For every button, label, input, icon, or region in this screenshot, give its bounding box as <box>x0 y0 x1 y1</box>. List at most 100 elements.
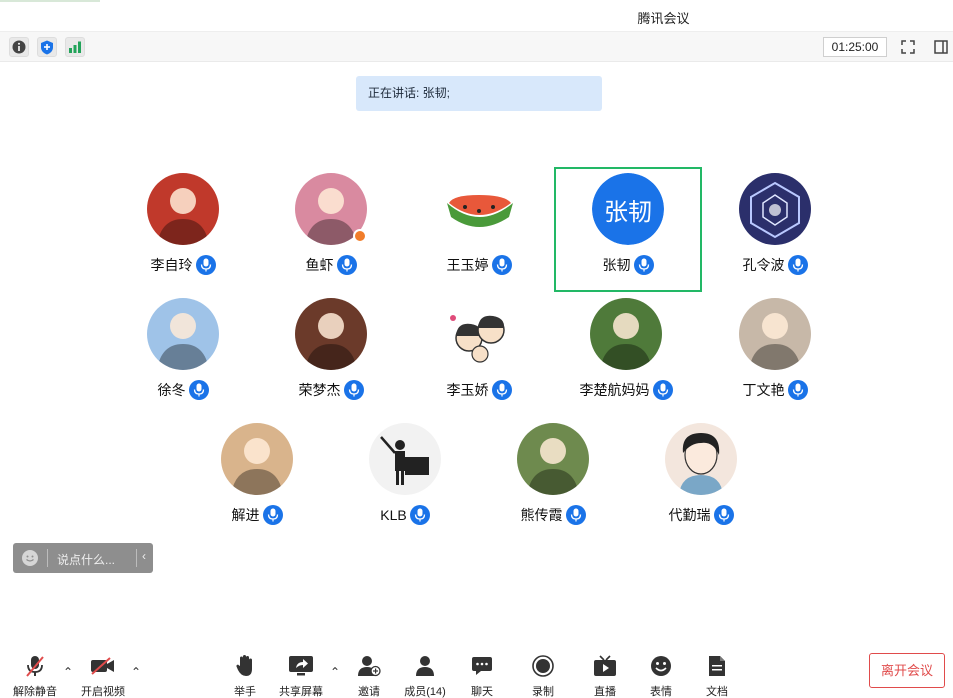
chevron-left-icon[interactable]: ‹ <box>142 549 146 563</box>
participant-tile[interactable]: 代勤瑞 <box>631 417 771 537</box>
live-label: 直播 <box>594 686 616 698</box>
avatar <box>443 298 515 370</box>
avatar <box>443 173 515 245</box>
chat-label: 聊天 <box>471 686 493 698</box>
chevron-up-icon[interactable]: ⌃ <box>63 665 73 679</box>
raise-hand-label: 举手 <box>234 686 256 698</box>
host-badge-icon <box>353 229 367 243</box>
chevron-up-icon[interactable]: ⌃ <box>330 665 340 679</box>
chevron-up-icon[interactable]: ⌃ <box>131 665 141 679</box>
signal-icon[interactable] <box>65 37 85 57</box>
participant-name: 鱼虾 <box>305 257 334 273</box>
participant-name-row: 李楚航妈妈 <box>556 380 696 400</box>
record-icon <box>526 653 560 679</box>
document-icon <box>700 653 734 679</box>
participant-name-row: KLB <box>335 505 475 525</box>
user-icon <box>400 653 450 679</box>
participant-tile[interactable]: 孔令波 <box>705 167 845 287</box>
participant-name-row: 鱼虾 <box>261 255 401 275</box>
participant-tile[interactable]: 熊传霞 <box>483 417 623 537</box>
avatar <box>739 173 811 245</box>
participant-name-row: 解进 <box>187 505 327 525</box>
info-bar: 01:25:00 <box>0 32 953 62</box>
microphone-icon <box>188 380 209 400</box>
participant-tile[interactable]: 徐冬 <box>113 292 253 412</box>
participant-tile[interactable]: 张韧 张韧 <box>554 167 702 292</box>
emoji-icon[interactable] <box>22 550 38 566</box>
window-title: 腾讯会议 <box>637 11 690 26</box>
microphone-icon <box>262 505 283 525</box>
participant-tile[interactable]: 解进 <box>187 417 327 537</box>
avatar <box>739 298 811 370</box>
bottom-toolbar: 解除静音 ⌃ 开启视频 ⌃ 举手 共享屏幕 ⌃ 邀请 成员(14) 聊天 录制 … <box>0 645 953 698</box>
participant-name: 孔令波 <box>742 257 785 273</box>
reactions-label: 表情 <box>650 686 672 698</box>
microphone-icon <box>787 380 808 400</box>
avatar-initials: 张韧 <box>592 173 664 245</box>
title-decoration <box>0 0 100 2</box>
avatar <box>590 298 662 370</box>
participant-name-row: 荣梦杰 <box>261 380 401 400</box>
share-screen-button[interactable]: 共享屏幕 <box>276 653 326 698</box>
invite-label: 邀请 <box>358 686 380 698</box>
participant-name: 丁文艳 <box>742 382 785 398</box>
sidebar-toggle-icon[interactable] <box>931 37 951 57</box>
participant-tile[interactable]: 李玉娇 <box>409 292 549 412</box>
participant-tile[interactable]: KLB <box>335 417 475 537</box>
avatar <box>147 298 219 370</box>
video-label: 开启视频 <box>81 686 125 698</box>
live-broadcast-icon <box>588 653 622 679</box>
avatar <box>665 423 737 495</box>
microphone-icon <box>565 505 586 525</box>
chat-placeholder: 说点什么... <box>57 553 116 567</box>
participant-tile[interactable]: 李自玲 <box>113 167 253 287</box>
participant-name: 李楚航妈妈 <box>579 382 650 398</box>
participant-name-row: 熊传霞 <box>483 505 623 525</box>
add-user-icon <box>352 653 386 679</box>
microphone-icon <box>343 380 364 400</box>
members-button[interactable]: 成员(14) <box>400 653 450 698</box>
microphone-icon <box>787 255 808 275</box>
documents-button[interactable]: 文档 <box>700 653 734 698</box>
participant-name: 荣梦杰 <box>298 382 341 398</box>
record-button[interactable]: 录制 <box>526 653 560 698</box>
participant-tile[interactable]: 荣梦杰 <box>261 292 401 412</box>
participant-name: 解进 <box>231 507 260 523</box>
muted-microphone-icon <box>10 653 60 679</box>
share-label: 共享屏幕 <box>279 686 323 698</box>
members-label: 成员(14) <box>404 686 446 698</box>
invite-button[interactable]: 邀请 <box>352 653 386 698</box>
microphone-icon <box>633 255 654 275</box>
participant-name: 代勤瑞 <box>668 507 711 523</box>
participant-tile[interactable]: 鱼虾 <box>261 167 401 287</box>
fullscreen-icon[interactable] <box>898 37 918 57</box>
chat-input[interactable]: 说点什么... ‹ <box>13 543 153 573</box>
participant-tile[interactable]: 丁文艳 <box>705 292 845 412</box>
reactions-button[interactable]: 表情 <box>644 653 678 698</box>
share-screen-icon <box>276 653 326 679</box>
participant-tile[interactable]: 王玉婷 <box>409 167 549 287</box>
title-bar: 腾讯会议 <box>0 0 953 32</box>
avatar <box>147 173 219 245</box>
participant-name: 徐冬 <box>157 382 186 398</box>
raise-hand-button[interactable]: 举手 <box>226 653 264 698</box>
chat-divider <box>47 549 48 567</box>
info-icon[interactable] <box>9 37 29 57</box>
start-video-button[interactable]: 开启视频 <box>78 653 128 698</box>
avatar <box>295 298 367 370</box>
live-button[interactable]: 直播 <box>588 653 622 698</box>
leave-meeting-button[interactable]: 离开会议 <box>869 653 945 688</box>
unmute-button[interactable]: 解除静音 <box>10 653 60 698</box>
shield-icon[interactable] <box>37 37 57 57</box>
microphone-icon <box>195 255 216 275</box>
unmute-label: 解除静音 <box>13 686 57 698</box>
participant-name-row: 丁文艳 <box>705 380 845 400</box>
participant-tile[interactable]: 李楚航妈妈 <box>556 292 696 412</box>
record-label: 录制 <box>532 686 554 698</box>
microphone-icon <box>713 505 734 525</box>
participant-name: KLB <box>380 507 407 523</box>
chat-button[interactable]: 聊天 <box>465 653 499 698</box>
video-off-icon <box>78 653 128 679</box>
speaking-indicator: 正在讲话: 张韧; <box>356 76 602 111</box>
participant-name: 熊传霞 <box>520 507 563 523</box>
